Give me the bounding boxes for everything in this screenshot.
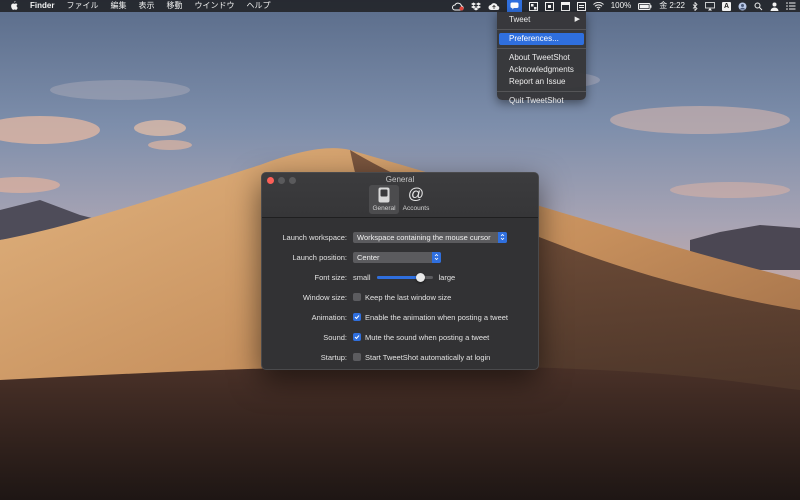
at-icon: @ [407, 186, 425, 203]
icloud-upload-icon[interactable] [488, 0, 500, 12]
font-size-row: Font size: small large [262, 271, 538, 283]
window-titlebar[interactable]: General General @ Accounts [262, 173, 538, 218]
avatar-icon[interactable] [738, 0, 747, 12]
launch-workspace-row: Launch workspace: Workspace containing t… [262, 231, 538, 243]
animation-row: Animation: Enable the animation when pos… [262, 311, 538, 323]
menu-file[interactable]: ファイル [60, 0, 104, 12]
launch-position-popup[interactable]: Center [353, 251, 441, 263]
launch-workspace-popup[interactable]: Workspace containing the mouse cursor [353, 231, 507, 243]
wifi-icon[interactable] [592, 0, 604, 12]
menu-go[interactable]: 移動 [160, 0, 188, 12]
window-size-row: Window size: Keep the last window size [262, 291, 538, 303]
menu-item-acknowledgments[interactable]: Acknowledgments [497, 64, 586, 76]
menu-item-preferences[interactable]: Preferences... [499, 33, 584, 45]
tweetshot-icon[interactable] [506, 0, 522, 12]
font-size-slider-knob[interactable] [415, 272, 425, 282]
animation-text: Enable the animation when posting a twee… [365, 312, 509, 322]
tab-accounts[interactable]: @ Accounts [401, 185, 431, 214]
animation-label: Animation: [311, 312, 347, 322]
sound-text: Mute the sound when posting a tweet [365, 332, 490, 342]
menu-icon[interactable] [576, 0, 586, 12]
menu-view[interactable]: 表示 [132, 0, 160, 12]
grid-icon[interactable] [528, 0, 538, 12]
display-icon[interactable] [544, 0, 554, 12]
startup-row: Startup: Start TweetShot automatically a… [262, 351, 538, 363]
launch-position-value: Center [357, 252, 380, 262]
tab-general-label: General [372, 205, 396, 212]
launch-position-label: Launch position: [292, 252, 347, 262]
battery-icon[interactable] [638, 0, 652, 12]
font-size-min-label: small [353, 272, 371, 282]
preferences-window: General General @ Accounts Launch worksp… [261, 172, 539, 370]
window-title: General [385, 175, 415, 184]
animation-checkbox[interactable] [353, 313, 361, 321]
font-size-max-label: large [438, 272, 456, 282]
creative-cloud-icon[interactable] [451, 0, 464, 12]
menu-edit[interactable]: 編集 [104, 0, 132, 12]
window-icon[interactable] [560, 0, 570, 12]
menu-bar: Finder ファイル 編集 表示 移動 ウインドウ ヘルプ 100% 金 2:… [0, 0, 800, 12]
app-menu-finder[interactable]: Finder [28, 0, 60, 12]
launch-workspace-label: Launch workspace: [282, 232, 347, 242]
clock[interactable]: 金 2:22 [659, 0, 685, 12]
popup-stepper-icon [498, 231, 507, 243]
menu-help[interactable]: ヘルプ [240, 0, 276, 12]
menu-item-tweet[interactable]: Tweet ▶ [497, 14, 586, 26]
dropbox-icon[interactable] [470, 0, 481, 12]
bluetooth-icon[interactable] [692, 0, 698, 12]
popup-stepper-icon [432, 251, 441, 263]
font-size-label: Font size: [314, 272, 347, 282]
startup-checkbox[interactable] [353, 353, 361, 361]
spotlight-icon[interactable] [754, 0, 763, 12]
sound-row: Sound: Mute the sound when posting a twe… [262, 331, 538, 343]
tab-accounts-label: Accounts [402, 205, 430, 212]
startup-label: Startup: [320, 352, 347, 362]
menu-item-report-issue[interactable]: Report an Issue [497, 76, 586, 88]
font-size-slider-fill [376, 275, 421, 279]
notification-center-icon[interactable] [786, 0, 796, 12]
menu-separator [497, 91, 586, 92]
battery-percentage[interactable]: 100% [611, 0, 631, 12]
font-size-slider[interactable] [376, 272, 433, 282]
switch-icon [378, 185, 390, 205]
window-size-text: Keep the last window size [365, 292, 452, 302]
tab-general[interactable]: General [369, 185, 399, 214]
toolbar-tabs: General @ Accounts [262, 185, 538, 214]
menu-window[interactable]: ウインドウ [188, 0, 240, 12]
sound-checkbox[interactable] [353, 333, 361, 341]
startup-text: Start TweetShot automatically at login [365, 352, 491, 362]
launch-workspace-value: Workspace containing the mouse cursor [357, 232, 491, 242]
airplay-icon[interactable] [705, 0, 715, 12]
input-source-label: A [722, 1, 731, 11]
menu-item-tweet-label: Tweet [509, 15, 531, 24]
menu-item-quit[interactable]: Quit TweetShot [497, 95, 586, 107]
submenu-arrow-icon: ▶ [574, 16, 580, 23]
menu-separator [497, 29, 586, 30]
tweetshot-dropdown-menu: Tweet ▶ Preferences... About TweetShot A… [497, 12, 586, 105]
menu-item-about[interactable]: About TweetShot [497, 52, 586, 64]
user-icon[interactable] [770, 0, 779, 12]
launch-position-row: Launch position: Center [262, 251, 538, 263]
input-source-icon[interactable]: A [722, 0, 731, 12]
menu-separator [497, 48, 586, 49]
general-settings-panel: Launch workspace: Workspace containing t… [262, 218, 538, 369]
window-size-checkbox[interactable] [353, 293, 361, 301]
apple-menu-icon[interactable] [0, 0, 28, 12]
sound-label: Sound: [323, 332, 347, 342]
window-size-label: Window size: [302, 292, 347, 302]
